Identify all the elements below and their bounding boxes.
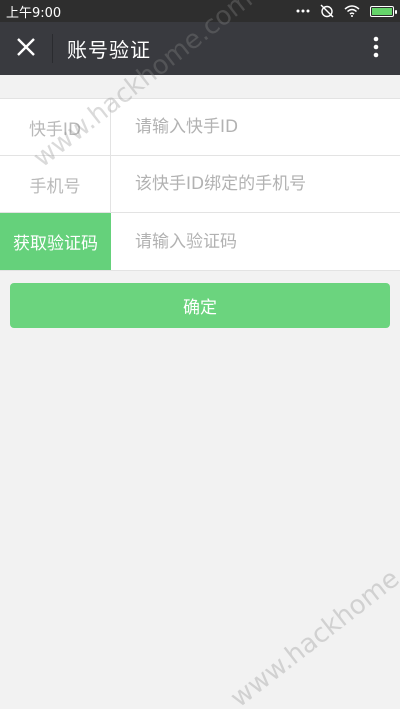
phone-screen: 上午9:00 账号验证 快手ID 请输入快手ID 手机号 该快手ID绑定的手机号…: [0, 0, 400, 709]
kuaishou-id-label: 快手ID: [0, 99, 111, 155]
battery-icon: [370, 5, 397, 17]
phone-input[interactable]: [111, 156, 400, 212]
page-title: 账号验证: [67, 38, 151, 62]
app-bar: 账号验证: [0, 22, 400, 75]
wifi-icon: [344, 5, 360, 17]
phone-label: 手机号: [0, 156, 111, 212]
close-button[interactable]: [0, 22, 52, 75]
more-button[interactable]: [364, 22, 388, 75]
confirm-button[interactable]: 确定: [10, 283, 390, 328]
status-time: 上午9:00: [6, 5, 62, 21]
verification-code-input[interactable]: [111, 213, 400, 270]
app-bar-divider: [52, 34, 53, 63]
alarm-off-icon: [320, 4, 334, 18]
dots-icon: [296, 9, 310, 13]
code-row: 获取验证码: [0, 213, 400, 270]
status-bar: 上午9:00: [0, 0, 400, 22]
more-vertical-icon: [373, 36, 379, 62]
watermark-bottom: www.hackhome.com: [225, 524, 400, 709]
kuaishou-id-input[interactable]: [111, 99, 400, 155]
get-code-button[interactable]: 获取验证码: [0, 213, 111, 270]
kuaishou-id-row: 快手ID: [0, 99, 400, 156]
verification-form: 快手ID 手机号 获取验证码: [0, 98, 400, 271]
confirm-wrap: 确定: [0, 271, 400, 328]
close-icon: [16, 37, 36, 61]
battery-level-fill: [372, 7, 392, 15]
phone-row: 手机号: [0, 156, 400, 213]
status-icons: [296, 4, 397, 18]
